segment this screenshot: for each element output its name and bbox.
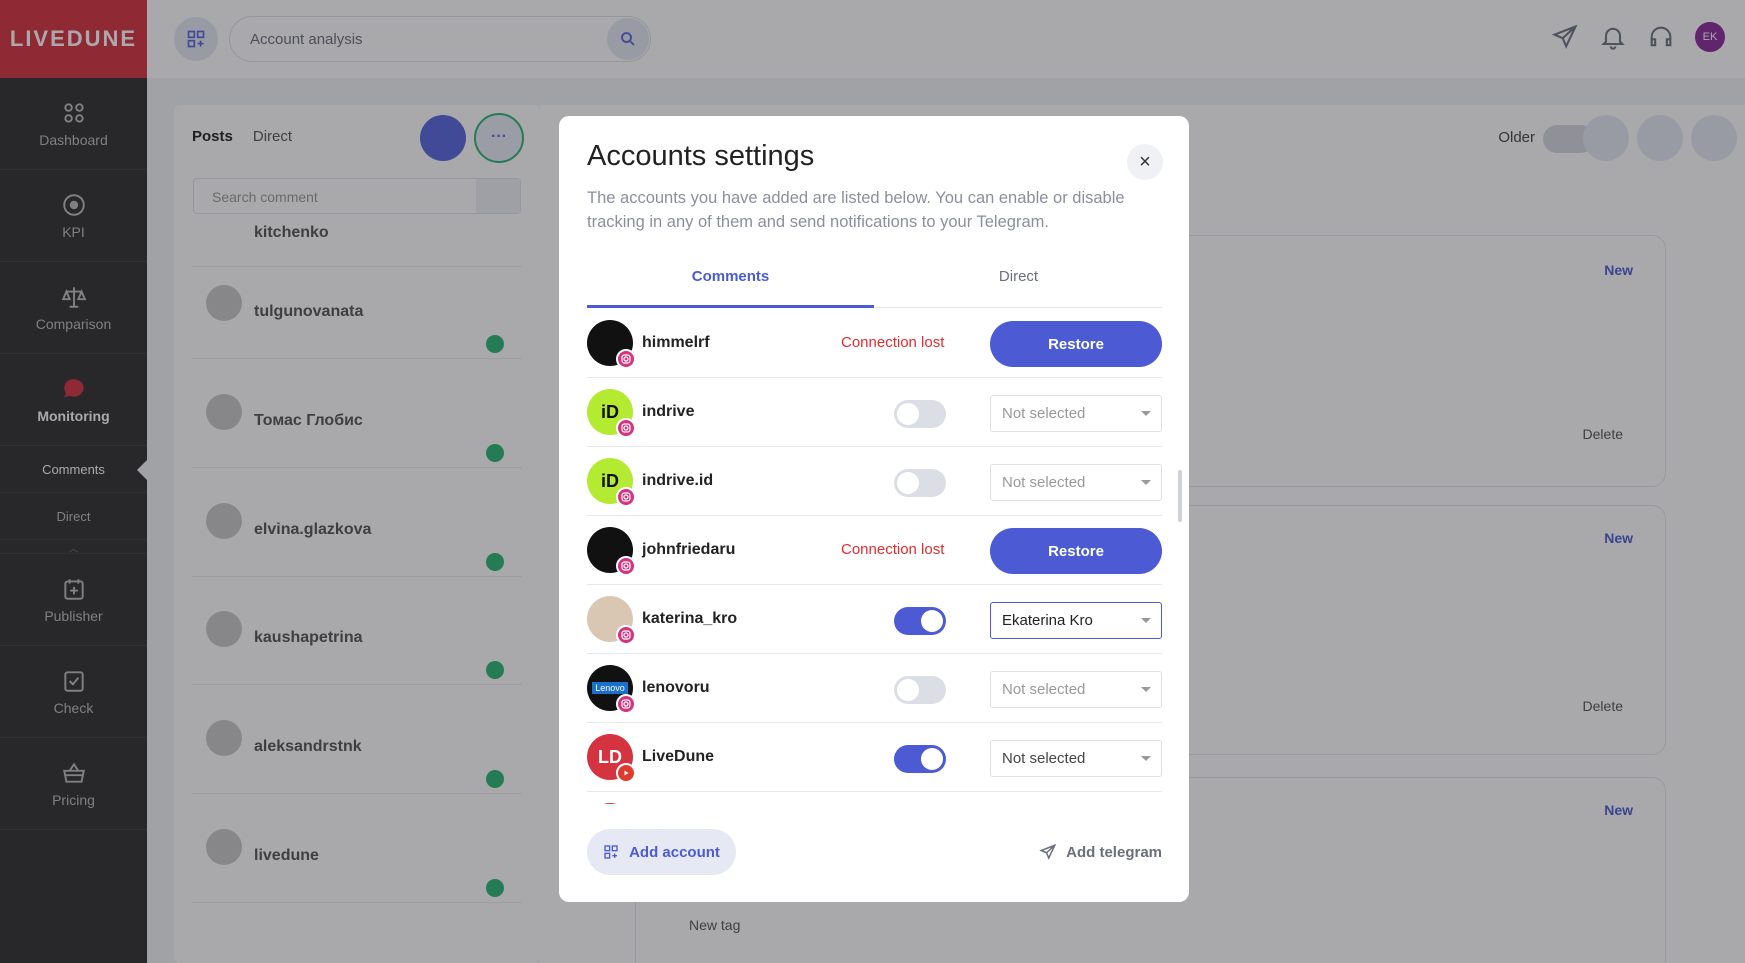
tracking-toggle[interactable] bbox=[894, 607, 946, 635]
telegram-recipient-select[interactable]: Not selected bbox=[990, 740, 1162, 777]
restore-button[interactable]: Restore bbox=[990, 528, 1162, 574]
modal-title: Accounts settings bbox=[587, 140, 815, 172]
telegram-recipient-select[interactable]: Not selected bbox=[990, 395, 1162, 432]
accounts-list: himmelrf Connection lost Restore iD indr… bbox=[587, 309, 1162, 804]
restore-button[interactable]: Restore bbox=[990, 321, 1162, 367]
add-telegram-label: Add telegram bbox=[1066, 843, 1162, 861]
modal-scrollbar[interactable] bbox=[1178, 470, 1182, 522]
apps-grid-icon bbox=[604, 845, 618, 859]
close-button[interactable]: × bbox=[1127, 144, 1163, 180]
chevron-down-icon bbox=[1141, 687, 1151, 697]
account-name: lenovoru bbox=[642, 679, 710, 696]
select-value: Not selected bbox=[1002, 405, 1086, 422]
add-account-label: Add account bbox=[629, 843, 720, 861]
send-icon bbox=[1039, 843, 1057, 860]
connection-status: Connection lost bbox=[841, 541, 945, 558]
avatar bbox=[587, 803, 633, 804]
telegram-recipient-select[interactable]: Ekaterina Kro bbox=[990, 602, 1162, 639]
account-name: katerina_kro bbox=[642, 610, 738, 627]
tracking-toggle[interactable] bbox=[894, 676, 946, 704]
instagram-icon bbox=[616, 625, 636, 645]
account-name: himmelrf bbox=[642, 334, 710, 351]
instagram-icon bbox=[616, 556, 636, 576]
chevron-down-icon bbox=[1141, 480, 1151, 490]
account-name: johnfriedaru bbox=[642, 541, 736, 558]
accounts-settings-modal: Accounts settings × The accounts you hav… bbox=[559, 116, 1189, 902]
account-row: LD LiveDune Not selected bbox=[587, 723, 1162, 792]
tracking-toggle[interactable] bbox=[894, 745, 946, 773]
tracking-toggle[interactable] bbox=[894, 469, 946, 497]
account-name: indrive bbox=[642, 403, 695, 420]
select-value: Ekaterina Kro bbox=[1002, 612, 1093, 629]
modal-description: The accounts you have added are listed b… bbox=[587, 189, 1125, 231]
account-name: indrive.id bbox=[642, 472, 714, 489]
connection-status: Connection lost bbox=[841, 334, 945, 351]
telegram-recipient-select[interactable]: Not selected bbox=[990, 464, 1162, 501]
telegram-recipient-select[interactable]: Not selected bbox=[990, 671, 1162, 708]
account-row: himmelrf Connection lost Restore bbox=[587, 309, 1162, 378]
select-value: Not selected bbox=[1002, 681, 1086, 698]
add-account-button[interactable]: Add account bbox=[587, 829, 736, 875]
account-row: iD indrive Not selected bbox=[587, 378, 1162, 447]
youtube-icon bbox=[616, 763, 636, 783]
chevron-down-icon bbox=[1141, 756, 1151, 766]
account-name: LiveDune bbox=[642, 748, 715, 765]
close-icon: × bbox=[1139, 150, 1151, 173]
tab-direct[interactable]: Direct bbox=[875, 252, 1162, 308]
tracking-toggle[interactable] bbox=[894, 400, 946, 428]
account-row: Lenovo lenovoru Not selected bbox=[587, 654, 1162, 723]
chevron-down-icon bbox=[1141, 618, 1151, 628]
select-value: Not selected bbox=[1002, 750, 1086, 767]
instagram-icon bbox=[616, 418, 636, 438]
chevron-down-icon bbox=[1141, 411, 1151, 421]
instagram-icon bbox=[616, 487, 636, 507]
account-row: johnfriedaru Connection lost Restore bbox=[587, 516, 1162, 585]
instagram-icon bbox=[616, 694, 636, 714]
add-telegram-button[interactable]: Add telegram bbox=[1039, 843, 1162, 861]
instagram-icon bbox=[616, 349, 636, 369]
account-row bbox=[587, 792, 1162, 804]
account-row: katerina_kro Ekaterina Kro bbox=[587, 585, 1162, 654]
account-row: iD indrive.id Not selected bbox=[587, 447, 1162, 516]
select-value: Not selected bbox=[1002, 474, 1086, 491]
tab-comments[interactable]: Comments bbox=[587, 252, 874, 308]
